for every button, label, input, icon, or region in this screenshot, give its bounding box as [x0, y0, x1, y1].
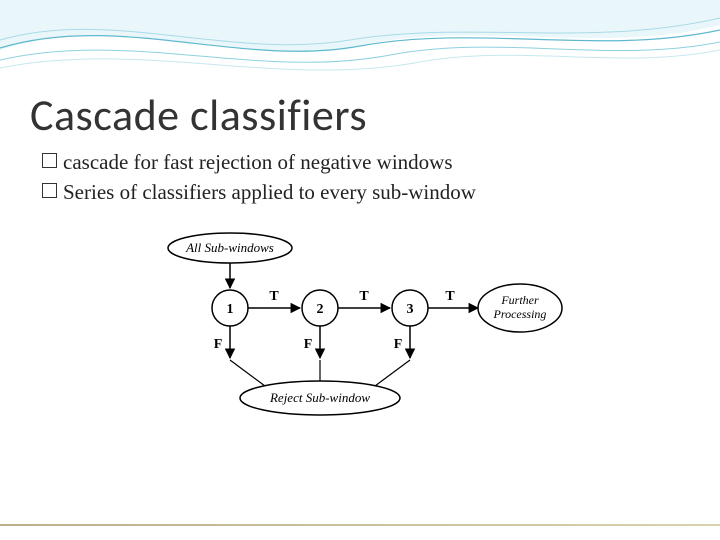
- header-wave-decoration: [0, 0, 720, 90]
- diagram-fail-label: F: [304, 337, 313, 352]
- diagram-node-2: 2: [317, 302, 324, 317]
- diagram-fail-label: F: [214, 337, 223, 352]
- slide: Cascade classifiers cascade for fast rej…: [0, 0, 720, 540]
- diagram-pass-label: T: [445, 289, 455, 304]
- diagram-fail-label: F: [394, 337, 403, 352]
- cascade-diagram: All Sub-windows 1 2 3 T T T Further Proc…: [150, 230, 570, 430]
- bullet-square-icon: [42, 153, 57, 168]
- diagram-reject-label: Reject Sub-window: [269, 390, 370, 405]
- bullet-text: cascade for fast rejection of negative w…: [63, 148, 453, 176]
- slide-title: Cascade classifiers: [30, 88, 367, 142]
- diagram-output-label-l2: Processing: [493, 307, 547, 321]
- footer-accent-line: [0, 524, 720, 526]
- bullet-item: cascade for fast rejection of negative w…: [42, 148, 476, 176]
- bullet-square-icon: [42, 183, 57, 198]
- bullet-text: Series of classifiers applied to every s…: [63, 178, 476, 206]
- bullet-list: cascade for fast rejection of negative w…: [42, 148, 476, 209]
- diagram-input-label: All Sub-windows: [185, 240, 274, 255]
- diagram-node-1: 1: [227, 302, 234, 317]
- diagram-pass-label: T: [269, 289, 279, 304]
- diagram-output-label-l1: Further: [500, 293, 539, 307]
- diagram-node-3: 3: [407, 302, 414, 317]
- bullet-item: Series of classifiers applied to every s…: [42, 178, 476, 206]
- diagram-pass-label: T: [359, 289, 369, 304]
